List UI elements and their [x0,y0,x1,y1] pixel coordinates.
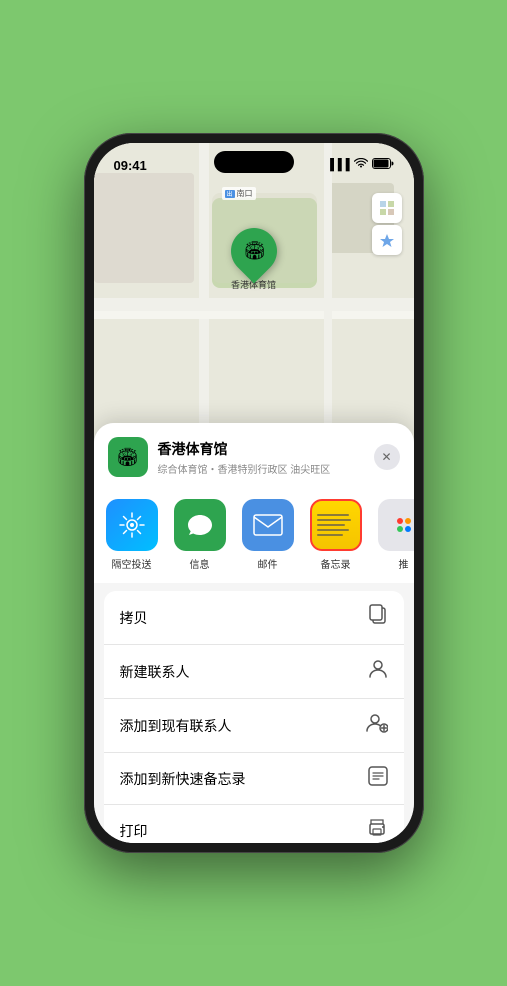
copy-icon [368,604,388,631]
add-note-label: 添加到新快速备忘录 [120,769,246,789]
venue-icon: 🏟 [108,437,148,477]
action-copy[interactable]: 拷贝 [104,591,404,645]
action-list: 拷贝 新建联系人 [104,591,404,843]
person-add-icon [366,712,388,739]
airdrop-icon [106,499,158,551]
app-item-more[interactable]: 推 [374,499,414,571]
print-label: 打印 [120,821,148,841]
app-item-airdrop[interactable]: 隔空投送 [102,499,162,571]
status-icons: ▐▐▐ [326,158,393,172]
phone-screen: 09:41 ▐▐▐ [94,143,414,843]
app-item-notes[interactable]: 备忘录 [306,499,366,571]
apps-row: 隔空投送 信息 [94,487,414,583]
action-new-contact[interactable]: 新建联系人 [104,645,404,699]
wifi-icon [354,158,368,172]
map-road-2 [94,311,414,319]
action-add-note[interactable]: 添加到新快速备忘录 [104,753,404,805]
close-button[interactable]: ✕ [374,444,400,470]
notes-icon [310,499,362,551]
message-label: 信息 [190,556,210,571]
location-pin: 🏟 香港体育馆 [231,228,277,291]
venue-info: 香港体育馆 综合体育馆・香港特别行政区 油尖旺区 [158,439,364,476]
signal-icon: ▐▐▐ [326,159,349,171]
copy-label: 拷贝 [120,608,148,628]
venue-name: 香港体育馆 [158,439,364,459]
phone-frame: 09:41 ▐▐▐ [84,133,424,853]
battery-icon [372,158,394,172]
status-time: 09:41 [114,158,147,173]
app-item-mail[interactable]: 邮件 [238,499,298,571]
mail-label: 邮件 [258,556,278,571]
venue-subtitle: 综合体育馆・香港特别行政区 油尖旺区 [158,461,364,476]
more-icon [378,499,414,551]
message-icon [174,499,226,551]
app-item-message[interactable]: 信息 [170,499,230,571]
map-label-icon: 出 [225,190,235,198]
print-icon [366,818,388,843]
map-controls[interactable] [372,193,402,255]
more-label: 推 [399,556,409,571]
action-print[interactable]: 打印 [104,805,404,843]
action-add-existing[interactable]: 添加到现有联系人 [104,699,404,753]
add-existing-label: 添加到现有联系人 [120,716,232,736]
mail-icon [242,499,294,551]
location-button[interactable] [372,225,402,255]
map-style-button[interactable] [372,193,402,223]
note-icon [368,766,388,791]
notes-label: 备忘录 [321,556,351,571]
dynamic-island [214,151,294,173]
airdrop-label: 隔空投送 [112,556,152,571]
pin-circle: 🏟 [221,218,286,283]
south-gate-label: 南口 [237,188,253,199]
map-block-left [94,173,194,283]
pin-inner: 🏟 [242,241,265,262]
close-icon: ✕ [381,450,391,464]
sheet-header: 🏟 香港体育馆 综合体育馆・香港特别行政区 油尖旺区 ✕ [94,423,414,487]
map-label: 出 香港体育馆 南口 [222,187,256,200]
bottom-sheet: 🏟 香港体育馆 综合体育馆・香港特别行政区 油尖旺区 ✕ [94,423,414,843]
map-road-horizontal [94,298,414,312]
new-contact-label: 新建联系人 [120,662,190,682]
person-icon [368,658,388,685]
